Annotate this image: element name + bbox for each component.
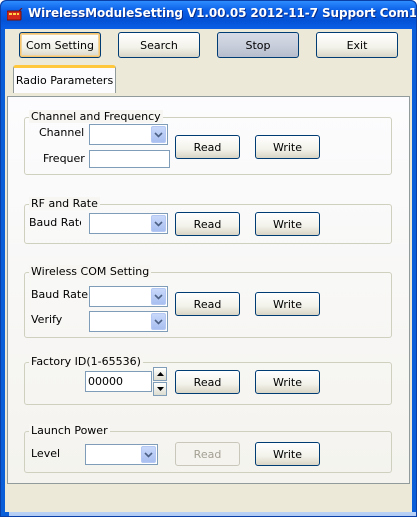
com-read-button[interactable]: Read [175, 292, 240, 316]
channel-label: Channel [39, 126, 85, 139]
factory-id-group: Factory ID(1-65536) 00000 Read Write [24, 355, 392, 405]
group-title: Wireless COM Setting [29, 265, 152, 278]
client-area: Com Setting Search Stop Exit Radio Param… [5, 29, 416, 516]
rf-rate-group: RF and Rate Baud Rate Read Write [24, 197, 392, 244]
verify-select[interactable] [89, 311, 168, 332]
launch-power-group: Launch Power Level Read Write [24, 424, 392, 473]
com-setting-button[interactable]: Com Setting [19, 32, 101, 58]
factory-id-input[interactable]: 00000 [85, 371, 152, 392]
channel-select[interactable] [89, 124, 168, 145]
power-read-button[interactable]: Read [175, 442, 240, 466]
stop-button[interactable]: Stop [217, 32, 299, 58]
status-bar [9, 512, 416, 516]
factory-id-read-button[interactable]: Read [175, 370, 240, 394]
tab-radio-parameters[interactable]: Radio Parameters [13, 65, 116, 93]
window-title: WirelessModuleSetting V1.00.05 2012-11-7… [28, 6, 417, 20]
search-button[interactable]: Search [118, 32, 200, 58]
group-title: RF and Rate [29, 197, 100, 210]
chevron-down-icon[interactable] [151, 313, 166, 330]
chevron-down-icon[interactable] [151, 126, 166, 143]
factory-id-write-button[interactable]: Write [255, 370, 320, 394]
channel-frequency-group: Channel and Frequency Channel Frequer Re… [24, 110, 392, 175]
group-title: Launch Power [29, 424, 110, 437]
chevron-down-icon[interactable] [151, 288, 166, 305]
channel-read-button[interactable]: Read [175, 135, 240, 159]
com-write-button[interactable]: Write [255, 292, 320, 316]
factory-id-spinner[interactable] [153, 367, 167, 396]
exit-button[interactable]: Exit [316, 32, 398, 58]
frequency-input[interactable] [89, 150, 170, 168]
rf-baud-rate-select[interactable] [89, 213, 168, 234]
radio-parameters-panel: Channel and Frequency Channel Frequer Re… [7, 96, 410, 484]
spin-up-icon[interactable] [153, 367, 167, 381]
rf-read-button[interactable]: Read [175, 212, 240, 236]
com-baud-rate-label: Baud Rate [31, 288, 88, 301]
wireless-com-group: Wireless COM Setting Baud Rate Verify Re… [24, 265, 392, 338]
app-icon [7, 8, 23, 21]
level-select[interactable] [85, 444, 158, 465]
com-baud-rate-select[interactable] [89, 286, 168, 307]
level-label: Level [31, 447, 61, 460]
group-title: Channel and Frequency [29, 110, 163, 123]
power-write-button[interactable]: Write [255, 442, 320, 466]
channel-write-button[interactable]: Write [255, 135, 320, 159]
chevron-down-icon[interactable] [151, 215, 166, 232]
rf-write-button[interactable]: Write [255, 212, 320, 236]
title-bar[interactable]: WirelessModuleSetting V1.00.05 2012-11-7… [1, 1, 416, 29]
group-title: Factory ID(1-65536) [29, 355, 143, 368]
chevron-down-icon[interactable] [141, 446, 156, 463]
verify-label: Verify [31, 313, 63, 326]
tab-strip: Radio Parameters [11, 65, 408, 98]
app-window: WirelessModuleSetting V1.00.05 2012-11-7… [0, 0, 417, 517]
frequency-label: Frequer [43, 152, 85, 165]
rf-baud-rate-label: Baud Rate [29, 216, 81, 229]
spin-down-icon[interactable] [153, 382, 167, 396]
